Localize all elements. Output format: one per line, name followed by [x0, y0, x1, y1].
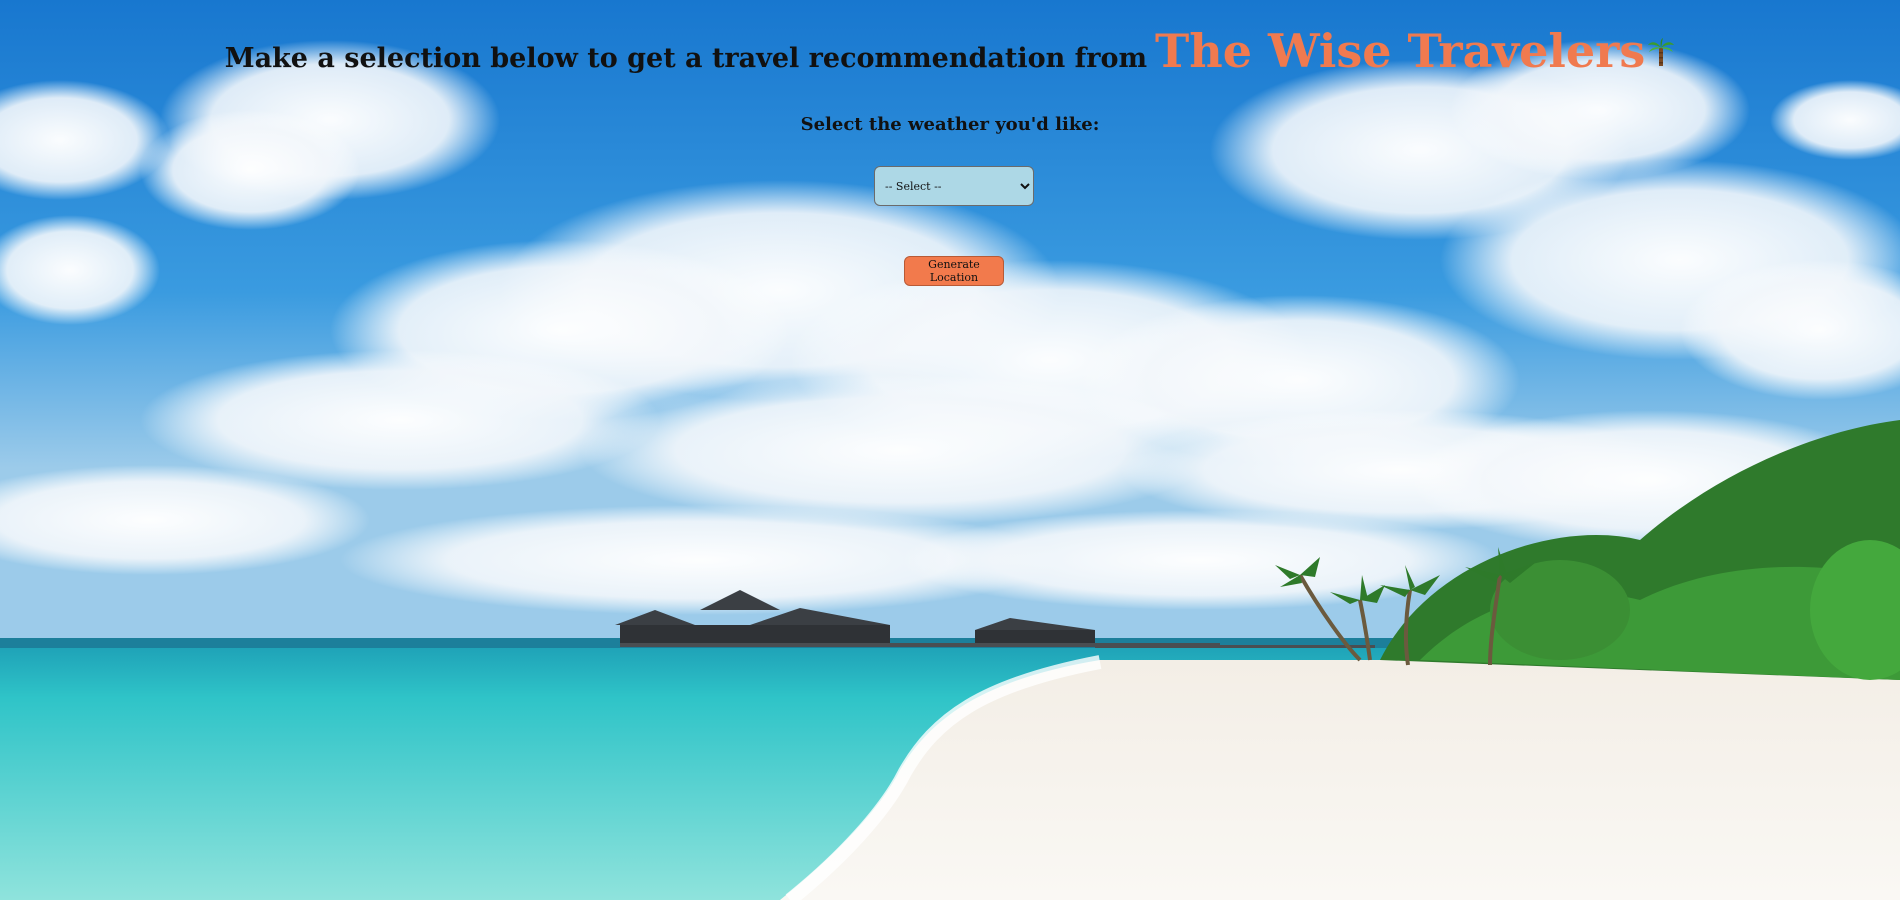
palm-tree-icon: [1648, 38, 1675, 66]
weather-select-container: -- Select --: [874, 166, 1034, 206]
generate-location-button[interactable]: Generate Location: [904, 256, 1004, 286]
beach-background-image: [0, 0, 1900, 900]
weather-select-label: Select the weather you'd like:: [800, 114, 1100, 135]
brand-name: The Wise Travelers: [1155, 24, 1646, 78]
page-headline: Make a selection below to get a travel r…: [0, 24, 1900, 78]
headline-lead-text: Make a selection below to get a travel r…: [224, 43, 1148, 74]
weather-select[interactable]: -- Select --: [874, 166, 1034, 206]
